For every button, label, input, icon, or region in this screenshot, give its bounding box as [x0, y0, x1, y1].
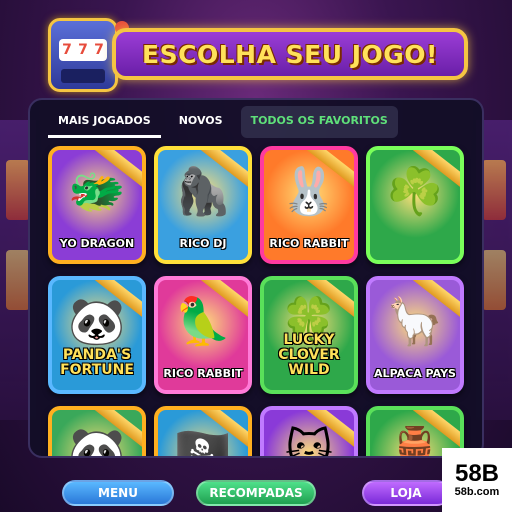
watermark-url: 58b.com [454, 486, 500, 498]
game-card[interactable]: 🏴‍☠️TREASURE PIRATES [154, 406, 252, 456]
game-card[interactable]: 🐰 RICO RABBIT [260, 146, 358, 264]
game-card[interactable]: ☘️ [366, 146, 464, 264]
game-title: RICO RABBIT [163, 367, 243, 380]
watermark-text: 58B [454, 460, 500, 487]
game-title: RICO DJ [179, 237, 227, 250]
slot-reels: 7 7 7 [59, 39, 107, 61]
game-card[interactable]: 🐲 YO DRAGON [48, 146, 146, 264]
slot-machine-icon: 7 7 7 [48, 18, 129, 92]
page-title: ESCOLHA SEU JOGO! [142, 39, 438, 69]
game-title: RICO RABBIT [269, 237, 349, 250]
game-title: LUCKY CLOVER WILD [278, 332, 340, 378]
game-card[interactable]: 🐼PANDA'S FORTUNE [48, 276, 146, 394]
bottom-nav: MENU RECOMPADAS LOJA [0, 472, 512, 512]
game-card[interactable]: 🦍 RICO DJ [154, 146, 252, 264]
game-card[interactable]: 🦙 ALPACA PAYS [366, 276, 464, 394]
slot-symbol: 7 [94, 42, 104, 58]
header: 7 7 7 ESCOLHA SEU JOGO! [48, 14, 468, 94]
tab-mais-jogados[interactable]: MAIS JOGADOS [48, 106, 161, 138]
menu-button[interactable]: MENU [62, 480, 174, 506]
tab-novos[interactable]: NOVOS [169, 106, 233, 138]
slot-base [61, 69, 105, 83]
loja-button[interactable]: LOJA [362, 480, 450, 506]
game-card[interactable]: 🐼PANDA'S FORTUNE [48, 406, 146, 456]
game-title: YO DRAGON [59, 237, 135, 250]
game-grid: 🐲 YO DRAGON 🦍 RICO DJ 🐰 RICO RABBIT ☘️ 🐼 PANDA'S… [48, 146, 468, 456]
recompensas-button[interactable]: RECOMPADAS [196, 480, 316, 506]
game-title: PANDA'S FORTUNE [60, 347, 134, 378]
game-card[interactable]: 🍀 LUCKY CLOVER WILD [260, 276, 358, 394]
slot-symbol: 7 [78, 42, 88, 58]
tab-todos-os-favoritos[interactable]: TODOS OS FAVORITOS [240, 106, 398, 138]
game-title: ALPACA PAYS [374, 367, 456, 380]
game-selection-panel: MAIS JOGADOS NOVOS TODOS OS FAVORITOS 🐲 Y… [28, 98, 484, 458]
game-card[interactable]: 🐱 [260, 406, 358, 456]
tab-bar: MAIS JOGADOS NOVOS TODOS OS FAVORITOS [48, 106, 398, 138]
title-banner: ESCOLHA SEU JOGO! [112, 28, 468, 80]
watermark-logo: 58B 58b.com [442, 448, 512, 512]
game-card[interactable]: 🦜 RICO RABBIT [154, 276, 252, 394]
slot-symbol: 7 [62, 42, 72, 58]
